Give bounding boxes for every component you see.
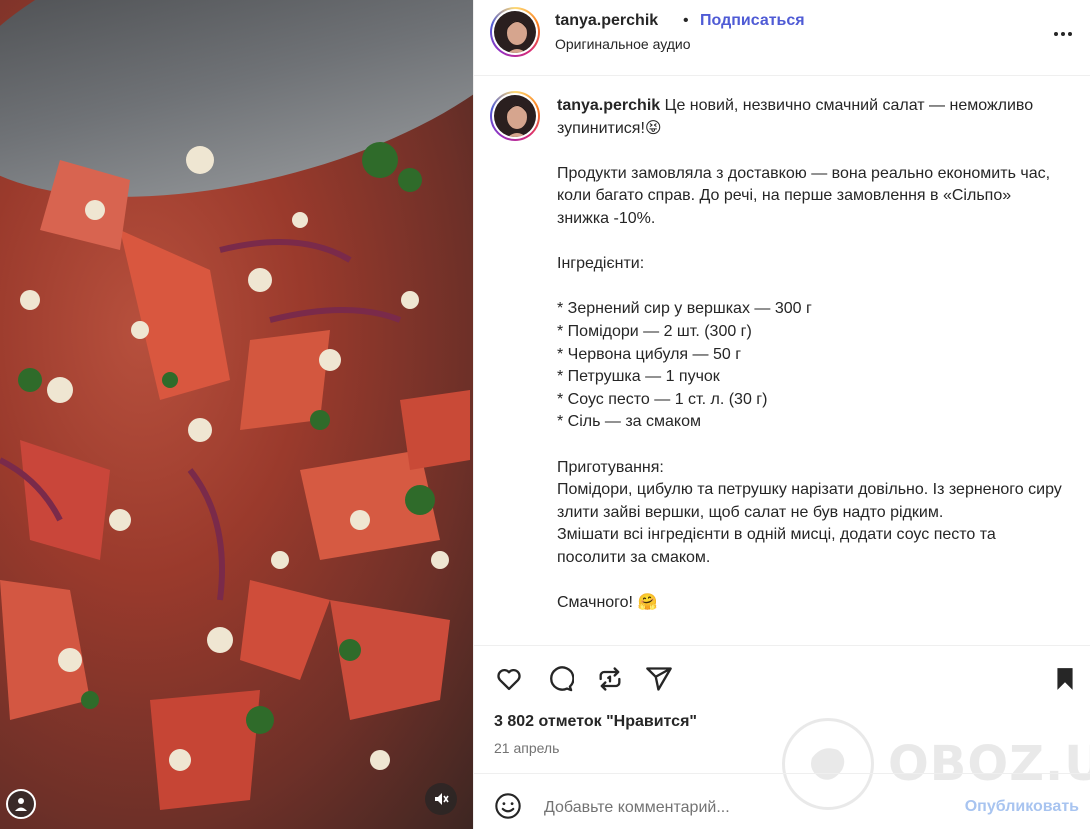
likes-count[interactable]: 3 802 отметок "Нравится" <box>494 713 697 731</box>
caption-body: Це новий, незвично смачний салат — немож… <box>557 97 1062 612</box>
caption-area: tanya.perchik Це новий, незвично смачний… <box>474 77 1090 645</box>
heart-icon[interactable] <box>494 664 524 694</box>
action-bar <box>474 645 1090 711</box>
more-horizontal-icon[interactable] <box>1051 22 1075 46</box>
repost-icon[interactable] <box>595 664 625 694</box>
caption-text: tanya.perchik Це новий, незвично смачний… <box>557 95 1067 615</box>
post-panel: tanya.perchik • Подписаться Оригинальное… <box>473 0 1090 829</box>
bookmark-icon[interactable] <box>1050 664 1080 694</box>
caption-username[interactable]: tanya.perchik <box>557 97 660 114</box>
post-header: tanya.perchik • Подписаться Оригинальное… <box>474 0 1090 76</box>
username-link[interactable]: tanya.perchik <box>555 12 658 30</box>
separator-dot: • <box>683 12 689 29</box>
mute-icon[interactable] <box>425 783 457 815</box>
comment-input[interactable] <box>544 796 924 820</box>
comment-bar: Опубликовать <box>474 773 1090 829</box>
avatar[interactable] <box>490 7 540 57</box>
post-comment-button[interactable]: Опубликовать <box>965 798 1079 816</box>
post-date[interactable]: 21 апрель <box>494 740 559 756</box>
comment-icon[interactable] <box>545 664 575 694</box>
emoji-icon[interactable] <box>494 792 524 822</box>
caption-avatar[interactable] <box>490 91 540 141</box>
post-media[interactable] <box>0 0 473 829</box>
audio-link[interactable]: Оригинальное аудио <box>555 36 691 52</box>
share-icon[interactable] <box>644 664 674 694</box>
tagged-user-icon[interactable] <box>6 789 36 819</box>
salad-image <box>0 142 470 810</box>
follow-button[interactable]: Подписаться <box>700 12 805 30</box>
